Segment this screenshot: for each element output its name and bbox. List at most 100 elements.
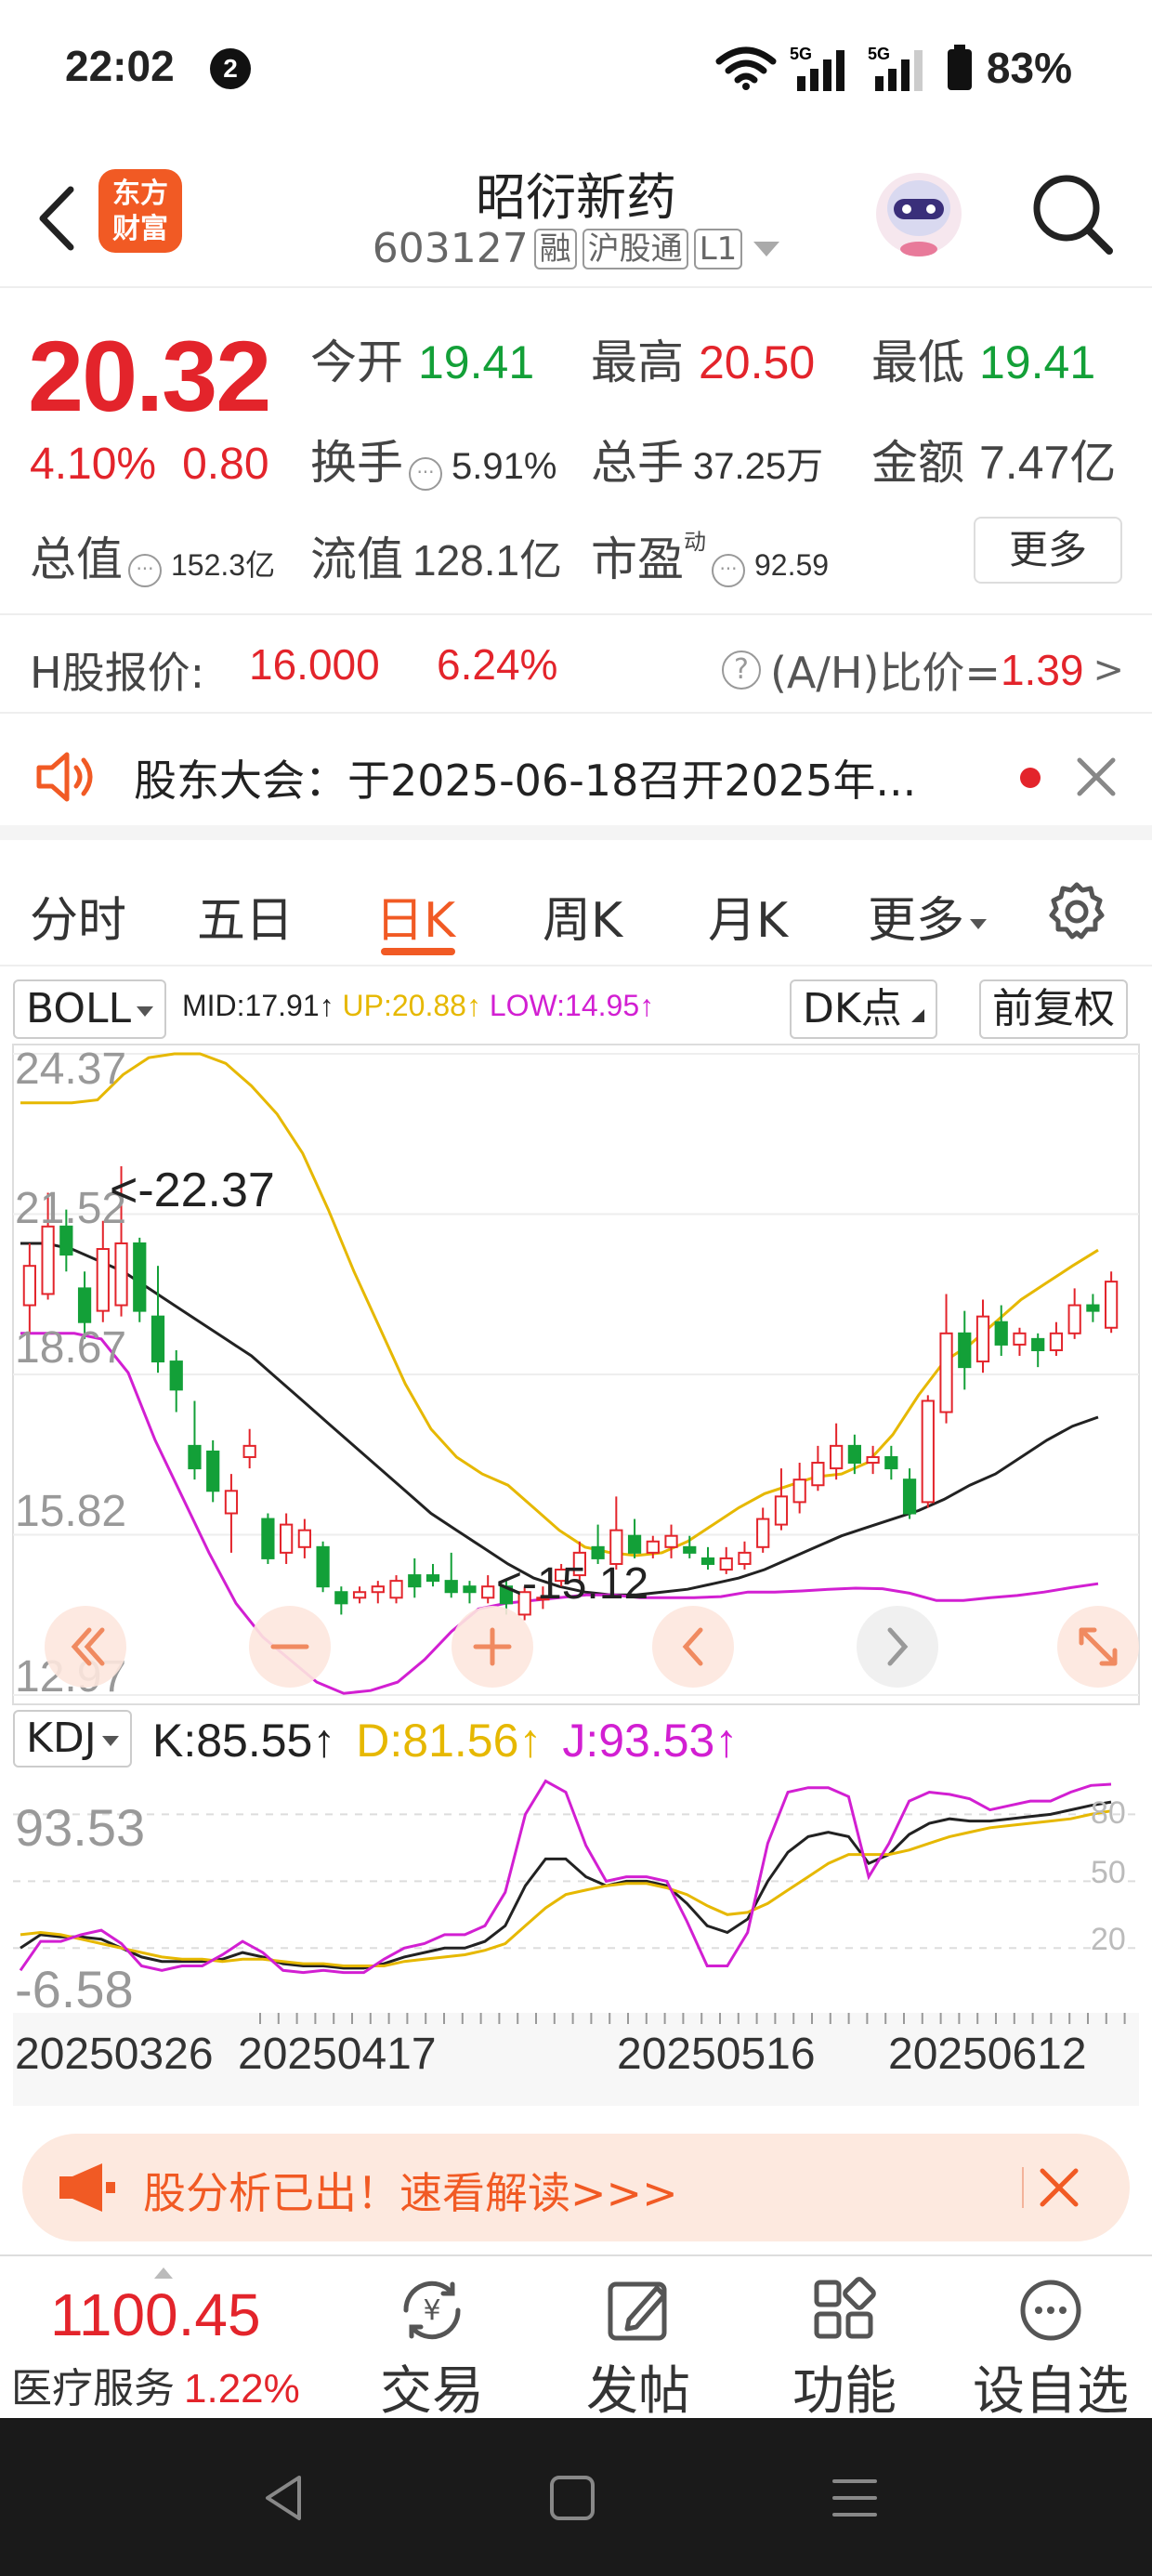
pan-left-button[interactable] xyxy=(652,1606,734,1688)
kdj-y-max: 93.53 xyxy=(15,1798,145,1857)
boll-values: MID:17.91↑ UP:20.88↑ LOW:14.95↑ xyxy=(182,989,654,1023)
unread-dot xyxy=(1020,768,1041,788)
rewind-button[interactable] xyxy=(45,1606,126,1688)
corner-triangle-icon xyxy=(910,1009,924,1022)
stock-code: 603127 xyxy=(372,225,529,272)
sub-indicator-select[interactable]: KDJ xyxy=(13,1710,132,1768)
zoom-out-button[interactable] xyxy=(249,1606,331,1688)
pan-right-button[interactable] xyxy=(857,1606,938,1688)
candle-body xyxy=(169,1360,183,1391)
turnover-value: 5.91% xyxy=(452,446,557,487)
more-dots-icon[interactable]: ··· xyxy=(409,457,442,491)
change-row: 4.10% 0.80 xyxy=(30,439,269,490)
candle-body xyxy=(627,1534,642,1554)
close-icon[interactable] xyxy=(1072,753,1120,801)
boll-indicator-bar: BOLL MID:17.91↑ UP:20.88↑ LOW:14.95↑ DK点… xyxy=(13,976,1139,1043)
tab-more[interactable]: 更多 xyxy=(868,881,988,951)
system-menu-icon[interactable] xyxy=(831,2472,879,2524)
chevron-up-icon xyxy=(154,2267,173,2279)
x-tick-label: 20250326 xyxy=(15,2030,214,2079)
max-price-marker: <-22.37 xyxy=(110,1163,275,1217)
candle-body xyxy=(133,1242,147,1312)
zoom-in-button[interactable] xyxy=(452,1606,533,1688)
candle-body xyxy=(151,1315,165,1363)
status-time: 22:02 xyxy=(65,42,175,90)
candle-body xyxy=(958,1332,972,1369)
tab-daily-k[interactable]: 日K xyxy=(375,881,455,951)
sector-index-price[interactable]: 1100.45 xyxy=(50,2280,261,2349)
x-tick-label: 20250516 xyxy=(617,2030,816,2079)
chevron-down-icon xyxy=(970,918,988,929)
main-indicator-select[interactable]: BOLL xyxy=(13,979,167,1039)
dk-point-label: DK点 xyxy=(803,985,902,1032)
candle-body xyxy=(206,1450,220,1492)
sector-index-row[interactable]: 医疗服务 1.22% xyxy=(11,2355,300,2414)
promo-banner[interactable]: 股分析已出！速看解读>>> xyxy=(22,2134,1130,2241)
help-icon[interactable]: ? xyxy=(721,651,761,690)
nav-post[interactable]: 发帖 xyxy=(559,2275,717,2425)
nav-trade[interactable]: ¥ 交易 xyxy=(353,2275,511,2425)
boll-low: LOW:14.95↑ xyxy=(489,989,655,1022)
gear-icon[interactable] xyxy=(1046,881,1107,942)
tab-weekly-k[interactable]: 周K xyxy=(543,881,622,951)
dk-point-button[interactable]: DK点 xyxy=(790,979,937,1039)
robot-assistant-icon[interactable] xyxy=(868,162,970,264)
candle-body xyxy=(352,1591,367,1599)
system-home-icon[interactable] xyxy=(548,2472,596,2524)
ah-ratio-value: 1.39 xyxy=(1000,646,1084,694)
kdj-j: J:93.53↑ xyxy=(562,1715,739,1767)
announcement-bar[interactable]: 股东大会：于2025-06-18召开2025年... xyxy=(0,716,1152,840)
candle-body xyxy=(646,1540,660,1554)
h-share-label: H股报价: xyxy=(30,648,205,698)
close-icon[interactable] xyxy=(1037,2165,1081,2210)
candle-body xyxy=(664,1534,678,1548)
candle-body xyxy=(756,1518,770,1548)
stock-code-row[interactable]: 603127 融 沪股通 L1 xyxy=(0,225,1152,272)
open-cell: 今开 19.41 xyxy=(310,325,534,392)
more-button[interactable]: 更多 xyxy=(974,517,1122,584)
edit-icon xyxy=(608,2281,667,2341)
high-value: 20.50 xyxy=(699,336,816,388)
connect-tag: 沪股通 xyxy=(582,228,688,269)
pe-cell: 市盈 动 ··· 92.59 xyxy=(591,522,829,589)
more-dots-icon[interactable]: ··· xyxy=(128,554,162,587)
svg-text:5G: 5G xyxy=(790,45,812,63)
battery-icon xyxy=(947,45,972,90)
promo-divider xyxy=(1022,2167,1024,2208)
tab-five-day[interactable]: 五日 xyxy=(197,881,294,951)
high-label: 最高 xyxy=(591,335,684,389)
search-icon[interactable] xyxy=(1028,169,1117,258)
open-label: 今开 xyxy=(310,335,403,389)
sector-name: 医疗服务 xyxy=(11,2366,175,2412)
stock-name[interactable]: 昭衍新药 xyxy=(0,156,1152,230)
nav-add-watchlist[interactable]: 设自选 xyxy=(972,2275,1130,2425)
tab-intraday[interactable]: 分时 xyxy=(30,881,126,951)
kline-chart[interactable]: 24.37 21.52 18.67 15.82 12.97 <-22.37 <-… xyxy=(0,1041,1152,2119)
chevron-down-icon xyxy=(101,1735,119,1746)
system-back-icon[interactable] xyxy=(260,2472,307,2524)
fullscreen-button[interactable] xyxy=(1057,1606,1139,1688)
kdj-right-tick: 20 xyxy=(1091,1922,1126,1957)
h-share-row[interactable]: H股报价: 16.000 6.24% ? (A/H)比价= 1.39 > xyxy=(0,613,1152,714)
nav-functions-label: 功能 xyxy=(792,2361,897,2422)
candle-body xyxy=(389,1580,403,1599)
amount-cell: 金额 7.47亿 xyxy=(871,426,1116,493)
candle-body xyxy=(280,1523,294,1554)
pe-label: 市盈 xyxy=(591,532,684,586)
notification-badge: 2 xyxy=(210,48,251,89)
adjust-button[interactable]: 前复权 xyxy=(979,979,1128,1039)
candle-body xyxy=(774,1495,789,1526)
signal-5g-icon-2: 5G xyxy=(868,45,923,91)
candle-body xyxy=(921,1400,935,1504)
ah-ratio: ? (A/H)比价= 1.39 > xyxy=(721,639,1124,701)
nav-functions[interactable]: 功能 xyxy=(766,2275,923,2425)
level-tag: L1 xyxy=(693,228,743,269)
grid-icon xyxy=(814,2277,876,2339)
margin-tag: 融 xyxy=(533,228,577,269)
total-cap-value: 152.3亿 xyxy=(171,548,276,582)
kdj-values: K:85.55↑ D:81.56↑ J:93.53↑ xyxy=(152,1714,738,1768)
megaphone-icon xyxy=(59,2163,115,2212)
tab-monthly-k[interactable]: 月K xyxy=(708,881,788,951)
battery-percent: 83% xyxy=(986,44,1072,92)
more-dots-icon[interactable]: ··· xyxy=(712,554,745,587)
